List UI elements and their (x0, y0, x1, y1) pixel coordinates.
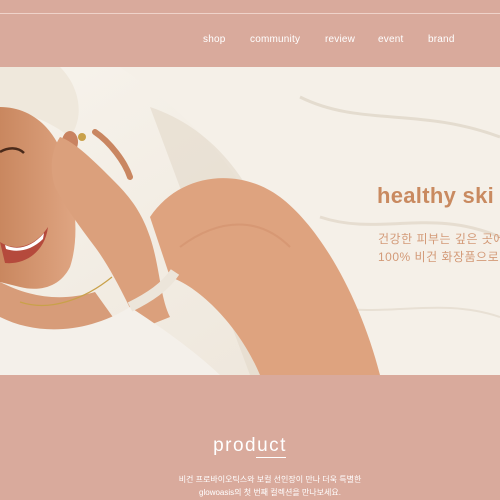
main-nav: shop community review event brand (0, 34, 500, 50)
page: shop community review event brand health… (0, 0, 500, 500)
product-section-title: product (213, 434, 287, 456)
product-description-line2: glowoasis의 첫 번째 컬렉션을 만나보세요. (199, 488, 341, 497)
top-divider (0, 13, 500, 14)
hero-banner[interactable]: healthy ski 건강한 피부는 깊은 곳에 100% 비건 화장품으로 (0, 67, 500, 375)
hero-headline: healthy ski (377, 183, 495, 208)
nav-item-shop[interactable]: shop (203, 34, 226, 45)
product-description-line1: 비건 프로바이오틱스와 보컬 선인장이 만나 더욱 특별한 (178, 475, 362, 484)
nav-item-event[interactable]: event (378, 34, 403, 45)
product-title-underline (256, 457, 286, 458)
hero-photo (0, 67, 500, 375)
hero-subtext-line1: 건강한 피부는 깊은 곳에 (378, 232, 500, 246)
nav-item-brand[interactable]: brand (428, 34, 455, 45)
nav-item-community[interactable]: community (250, 34, 300, 45)
hero-subtext-line2: 100% 비건 화장품으로 (378, 250, 500, 264)
nav-item-review[interactable]: review (325, 34, 355, 45)
